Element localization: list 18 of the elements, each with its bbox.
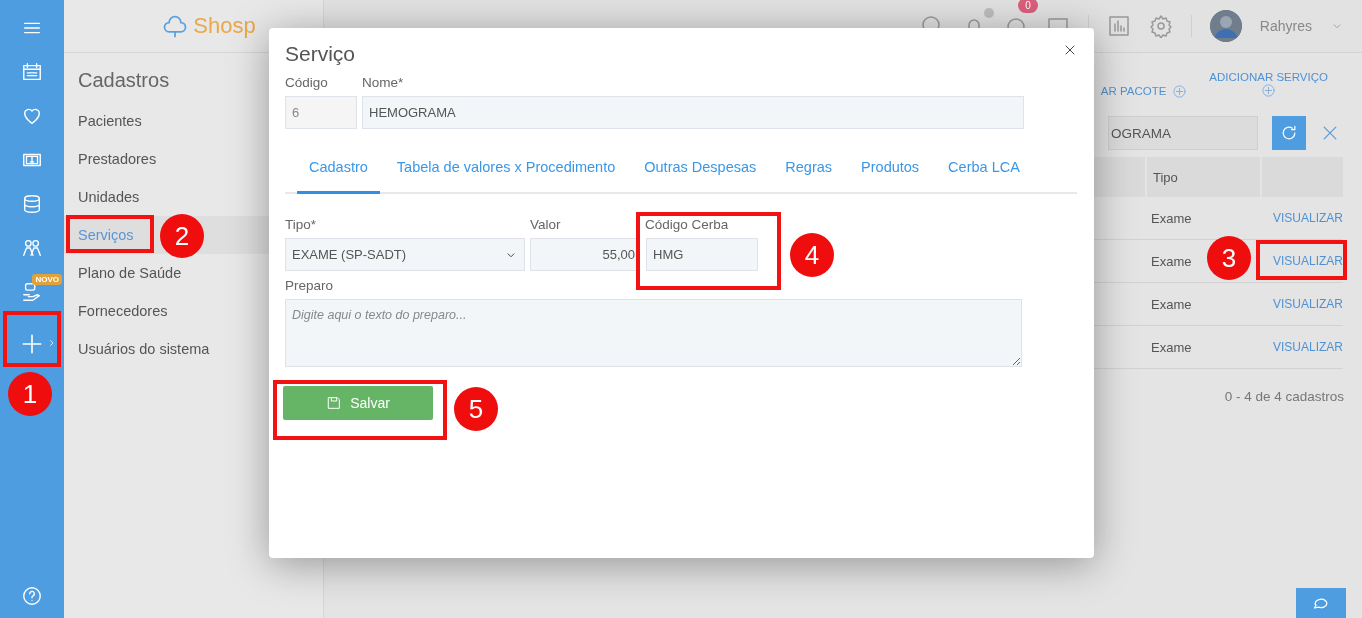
dialog-title: Serviço <box>285 42 356 66</box>
field-label: Preparo <box>285 277 335 295</box>
logo: Shosp <box>193 13 256 39</box>
new-badge: NOVO <box>32 274 62 285</box>
field-label: Tipo* <box>285 216 317 234</box>
section-title: Cadastros <box>78 69 170 92</box>
field-label: Valor <box>530 216 562 234</box>
table-cell: Exame <box>1151 339 1192 355</box>
field-label: Código <box>285 74 329 92</box>
column-header: Tipo <box>1145 157 1262 197</box>
step-number: 3 <box>1207 236 1251 280</box>
record-count: 0 - 4 de 4 cadastros <box>1224 389 1344 404</box>
notification-badge: 0 <box>1018 0 1038 13</box>
table-cell: Exame <box>1151 296 1192 312</box>
table-cell: Exame <box>1151 210 1192 226</box>
field-label: Nome* <box>362 74 405 92</box>
field-label: Código Cerba <box>645 216 730 234</box>
table-cell: Exame <box>1151 253 1192 269</box>
